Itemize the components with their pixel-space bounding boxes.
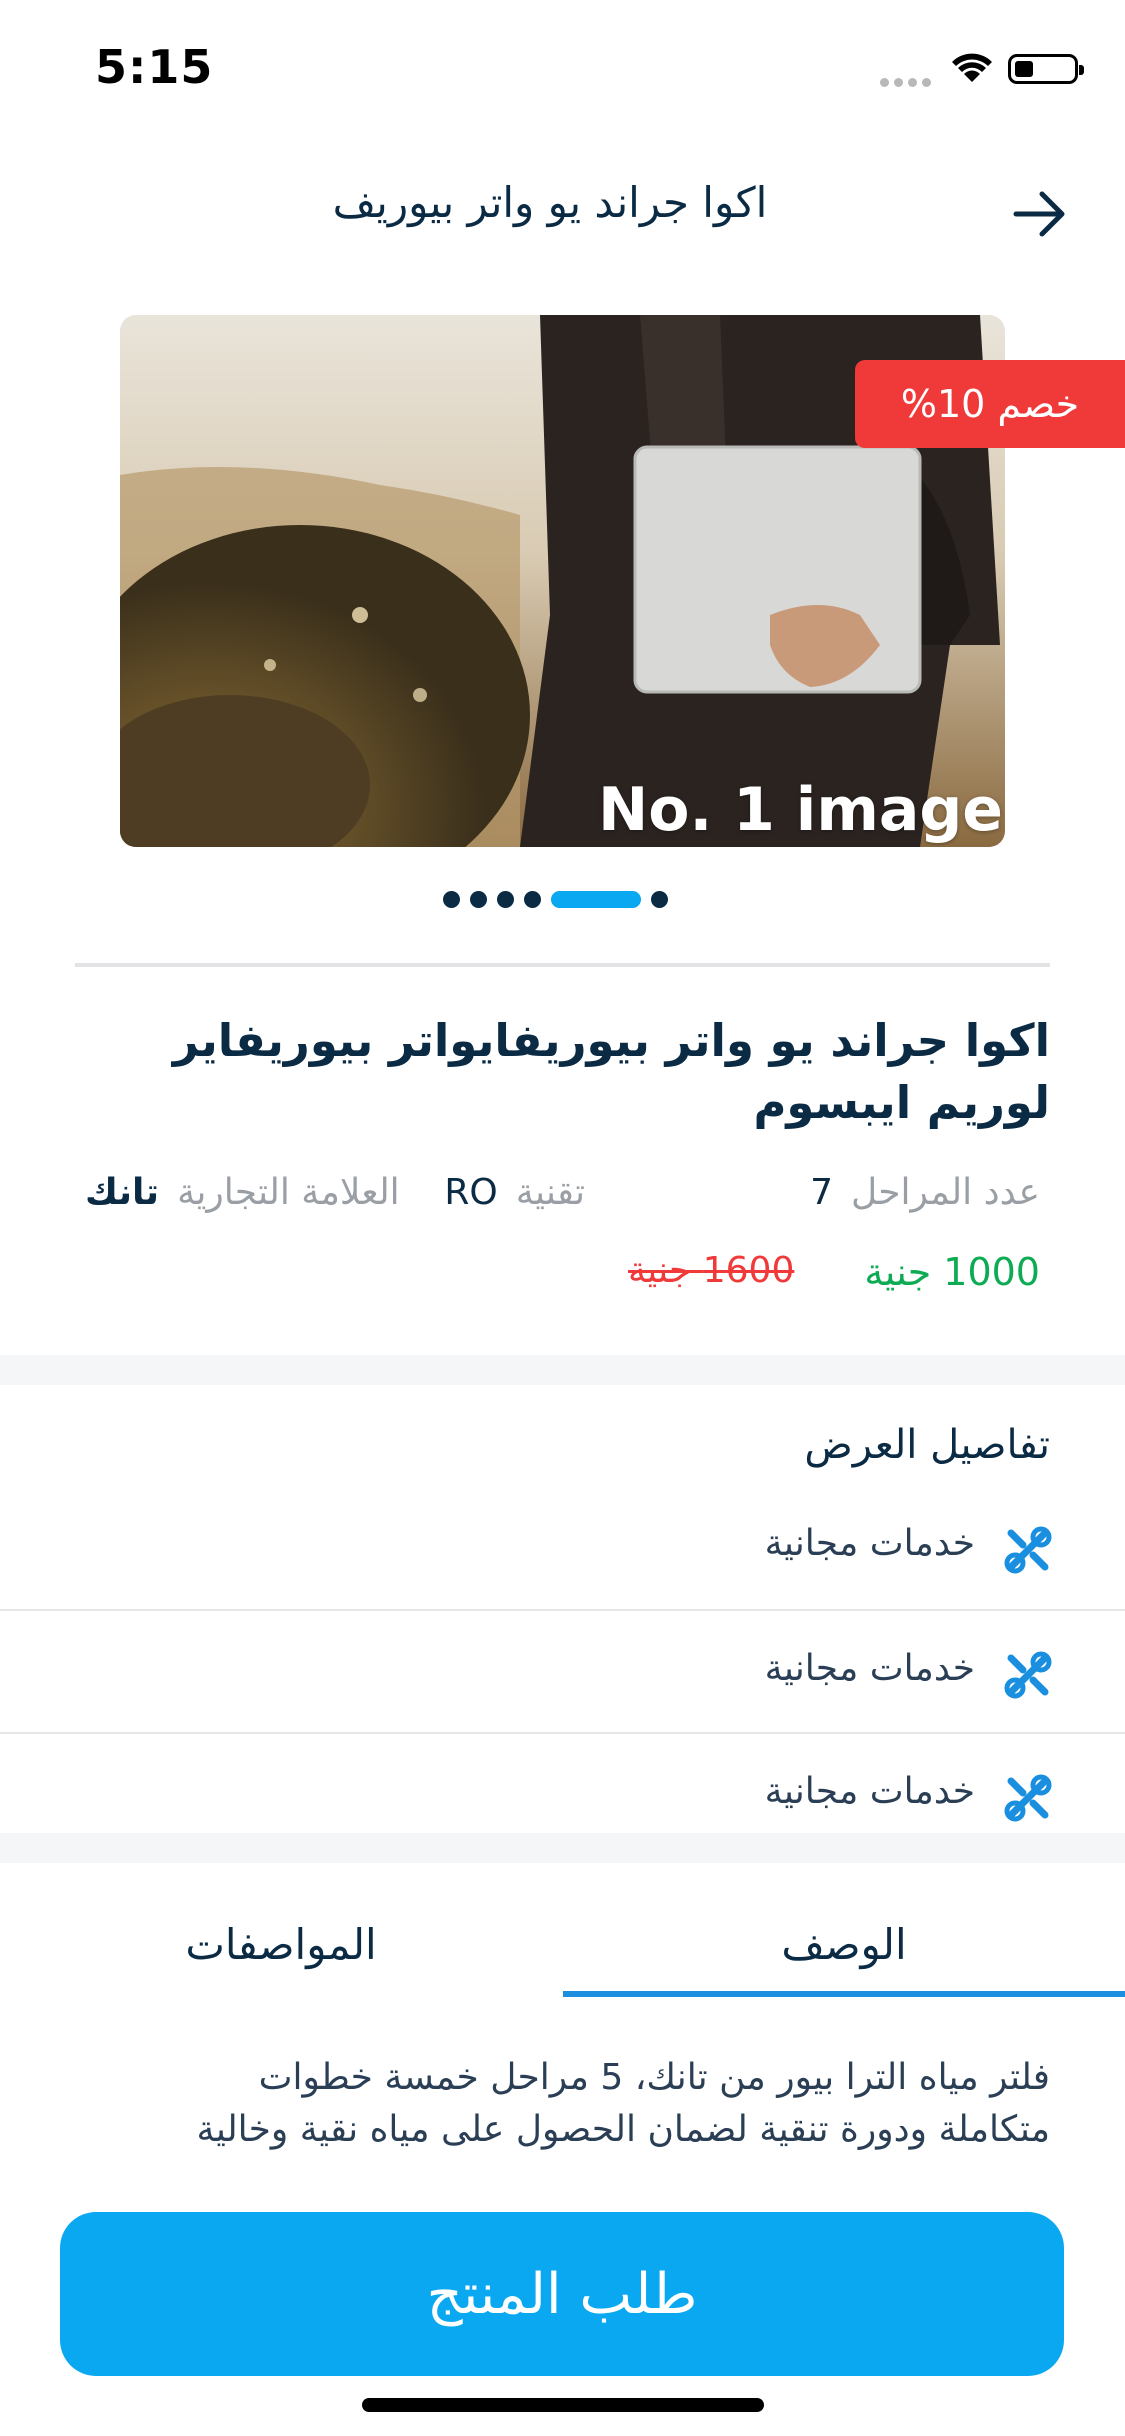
spec-value: تانك xyxy=(85,1172,160,1213)
pagination-dot[interactable] xyxy=(651,891,668,908)
spec-tech: تقنية RO xyxy=(444,1172,585,1213)
tools-icon xyxy=(1003,1773,1053,1827)
spec-stages: عدد المراحل 7 xyxy=(810,1172,1040,1213)
offer-item: خدمات مجانية xyxy=(0,1485,1125,1607)
pagination-dot[interactable] xyxy=(443,891,460,908)
gallery-pagination[interactable] xyxy=(443,891,668,908)
spec-label: تقنية xyxy=(515,1172,585,1213)
pagination-dot[interactable] xyxy=(524,891,541,908)
product-description: فلتر مياه الترا بيور من تانك، 5 مراحل خم… xyxy=(50,2052,1050,2156)
order-product-button[interactable]: طلب المنتج xyxy=(60,2212,1064,2376)
spec-brand: العلامة التجارية تانك xyxy=(85,1172,400,1213)
divider xyxy=(75,963,1050,967)
wifi-icon xyxy=(950,50,994,88)
offer-item: خدمات مجانية xyxy=(0,1610,1125,1732)
active-tab-indicator xyxy=(563,1991,1125,1997)
section-separator xyxy=(0,1355,1125,1385)
offer-item-label: خدمات مجانية xyxy=(764,1648,975,1689)
discount-badge: خصم 10% xyxy=(855,360,1125,448)
page-title: اكوا جراند يو واتر بيوريف xyxy=(332,178,768,227)
offer-item-label: خدمات مجانية xyxy=(764,1523,975,1564)
spec-value: RO xyxy=(444,1172,498,1213)
product-title: اكوا جراند يو واتر بيوريفايواتر بيوريفاي… xyxy=(172,1014,1050,1130)
tools-icon xyxy=(1003,1525,1053,1579)
price-current: 1000 جنية xyxy=(864,1250,1040,1294)
status-time: 5:15 xyxy=(95,40,214,94)
home-indicator xyxy=(362,2398,764,2412)
arrow-right-icon[interactable] xyxy=(1010,188,1070,244)
description-line: فلتر مياه الترا بيور من تانك، 5 مراحل خم… xyxy=(258,2057,1050,2098)
price-original: 1600 جنية xyxy=(628,1250,795,1291)
pagination-dot-active[interactable] xyxy=(551,891,641,908)
pagination-dot[interactable] xyxy=(497,891,514,908)
spec-label: عدد المراحل xyxy=(850,1172,1040,1213)
image-label: No. 1 image xyxy=(598,775,1003,845)
tools-icon xyxy=(1003,1650,1053,1704)
signal-icon xyxy=(880,72,936,91)
description-line: متكاملة ودورة تنقية لضمان الحصول على ميا… xyxy=(196,2109,1050,2151)
tab-specifications[interactable]: المواصفات xyxy=(0,1920,562,1969)
spec-value: 7 xyxy=(810,1172,833,1213)
pagination-dot[interactable] xyxy=(470,891,487,908)
tab-description[interactable]: الوصف xyxy=(563,1920,1125,1969)
offer-details-title: تفاصيل العرض xyxy=(804,1422,1050,1468)
spec-label: العلامة التجارية xyxy=(177,1172,400,1213)
offer-item-label: خدمات مجانية xyxy=(764,1771,975,1812)
section-separator xyxy=(0,1833,1125,1863)
battery-icon xyxy=(1008,54,1084,84)
